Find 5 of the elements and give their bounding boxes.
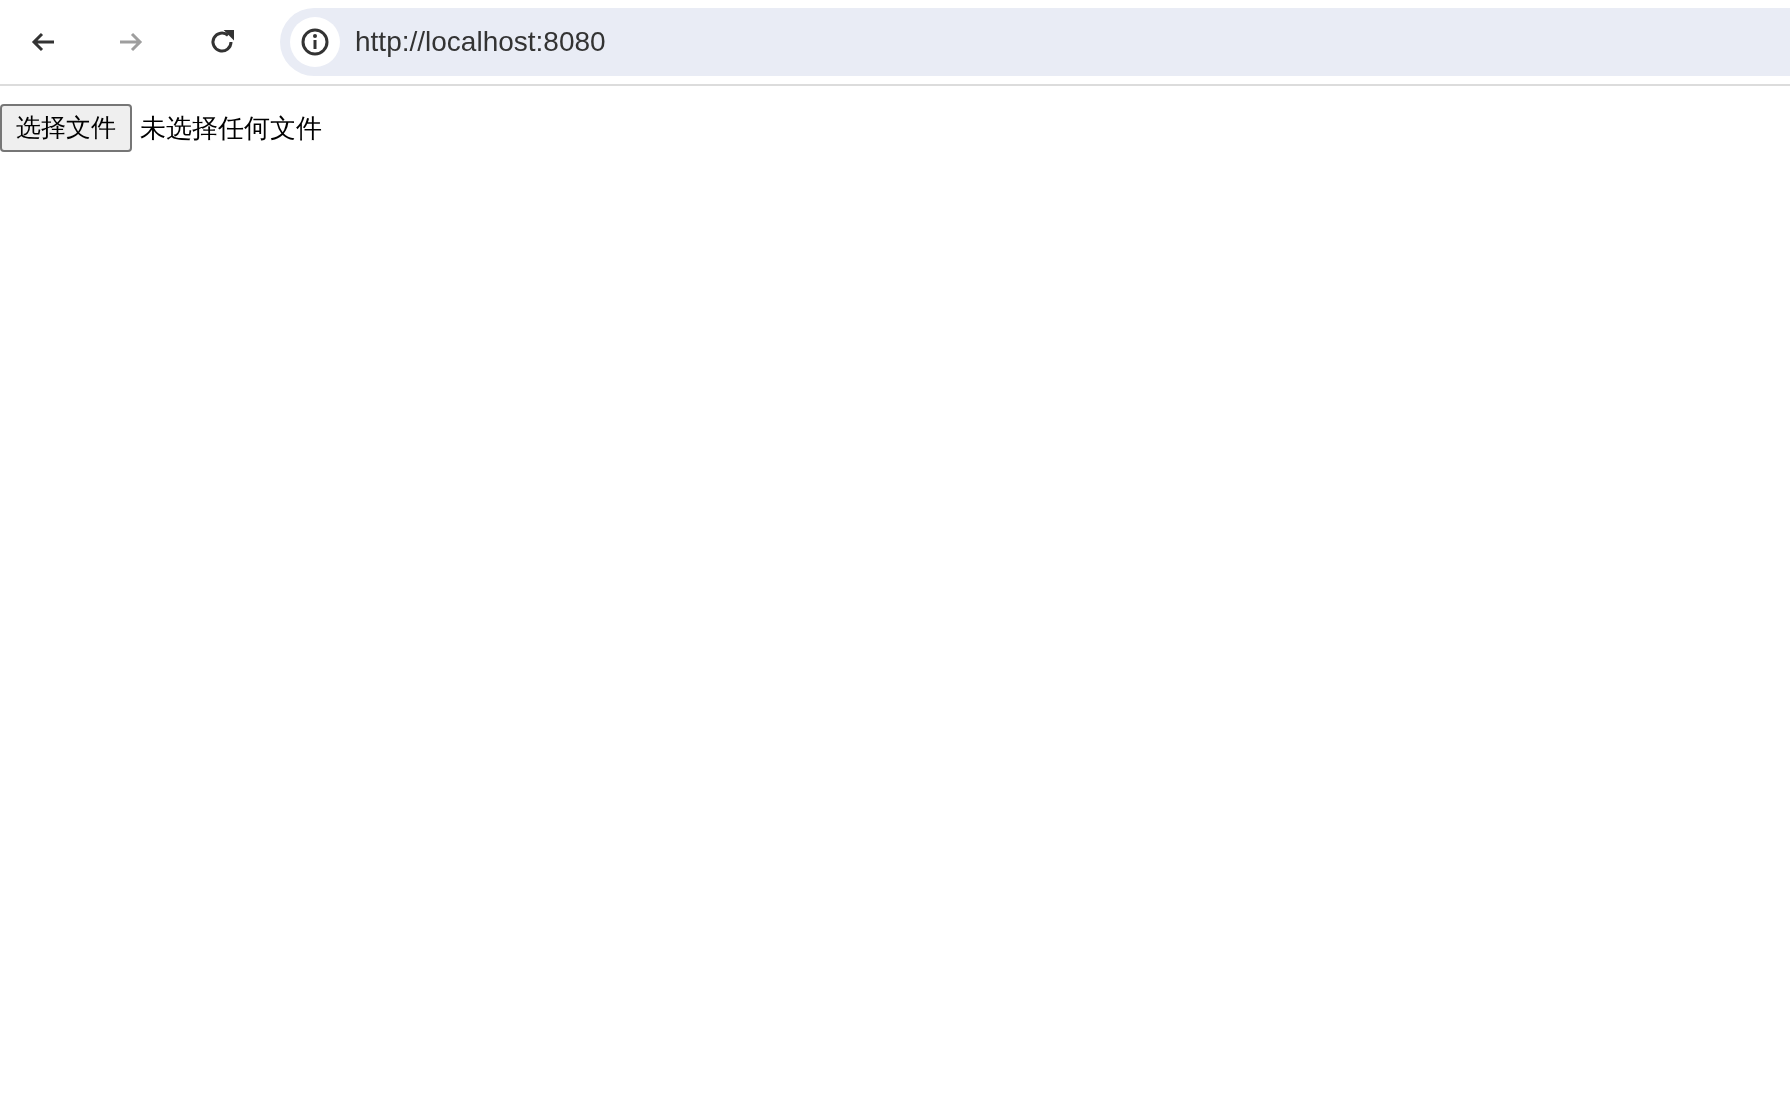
url-text: http://localhost:8080 (355, 25, 606, 59)
choose-file-button[interactable]: 选择文件 (0, 104, 132, 152)
info-icon[interactable] (290, 17, 340, 67)
file-status-text: 未选择任何文件 (140, 111, 322, 145)
address-bar[interactable]: http://localhost:8080 (280, 8, 1790, 76)
